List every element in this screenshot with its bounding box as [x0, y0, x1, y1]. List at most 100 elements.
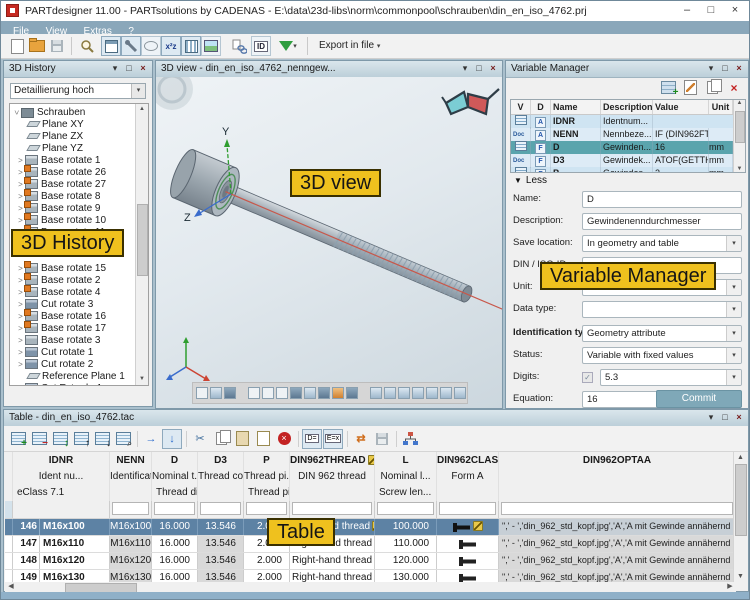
cell-d[interactable]: 16.000: [152, 536, 198, 552]
panel-close-icon[interactable]: ×: [136, 61, 150, 76]
save-location-select[interactable]: In geometry and table▾: [582, 235, 742, 252]
edit-pencil-icon[interactable]: [473, 521, 483, 531]
tree-item[interactable]: >Base rotate 4: [10, 286, 136, 298]
panel-close-icon[interactable]: ×: [486, 61, 500, 76]
cut-button[interactable]: ✂: [190, 429, 210, 449]
col-idnr[interactable]: IDNR: [13, 452, 110, 469]
col-l[interactable]: L: [375, 452, 437, 469]
commit-button[interactable]: Commit: [656, 390, 742, 408]
scroll-thumb[interactable]: [735, 111, 745, 143]
cell-d3[interactable]: 13.546: [198, 553, 244, 569]
col-d3[interactable]: D3: [198, 452, 244, 469]
new-file-button[interactable]: [7, 36, 27, 56]
tree-item[interactable]: Plane ZX: [10, 130, 136, 142]
cell-optaa[interactable]: ",' - ','din_962_std_kopf.jpg','A','A mi…: [499, 553, 736, 569]
history-tree-scrollbar[interactable]: ▲ ▼: [135, 104, 148, 385]
material-icon[interactable]: [332, 387, 344, 399]
data-type-select[interactable]: ▾: [582, 301, 742, 318]
add-row-button[interactable]: +: [8, 429, 28, 449]
refresh-table-button[interactable]: ⇄: [351, 429, 371, 449]
col-v[interactable]: V: [511, 100, 531, 114]
edit-variable-button[interactable]: [682, 80, 698, 95]
tree-chevron-icon[interactable]: >: [16, 384, 25, 387]
variable-row[interactable]: DocFD3Gewindek...ATOF(GETTH...mm: [511, 154, 745, 167]
less-expander[interactable]: ▼Less: [514, 175, 547, 186]
panel-menu-icon[interactable]: ▾: [108, 61, 122, 76]
zoom-in-icon[interactable]: [248, 387, 260, 399]
save-button[interactable]: [47, 36, 67, 56]
filter-input[interactable]: [292, 502, 372, 515]
go-to-column-button[interactable]: →: [141, 429, 161, 449]
filter-input[interactable]: [501, 502, 733, 515]
toggle-3d-view-button[interactable]: [121, 36, 141, 56]
identification-type-select[interactable]: Geometry attribute▾: [582, 325, 742, 342]
cell-l[interactable]: 100.000: [375, 519, 437, 535]
link-document-button[interactable]: [229, 36, 249, 56]
col-d[interactable]: D: [531, 100, 551, 114]
scroll-down-icon[interactable]: ▼: [136, 374, 148, 385]
zoom-fit-icon[interactable]: [262, 387, 274, 399]
value-range-toggle[interactable]: D=: [302, 429, 322, 449]
tree-chevron-icon[interactable]: >: [12, 108, 21, 117]
filter-input[interactable]: [377, 502, 434, 515]
section-view-icon[interactable]: [304, 387, 316, 399]
toggle-table-button[interactable]: [181, 36, 201, 56]
description-input[interactable]: Gewindenenndurchmesser: [582, 213, 742, 230]
cell-d3[interactable]: 13.546: [198, 536, 244, 552]
close-button[interactable]: ×: [723, 1, 747, 21]
tree-item[interactable]: >Schrauben: [10, 106, 136, 118]
variable-row[interactable]: DocANENNNennbeze...IF (DIN962FT...: [511, 128, 745, 141]
view-left-icon[interactable]: [398, 387, 410, 399]
delete-cell-button[interactable]: ×: [274, 429, 294, 449]
panel-close-icon[interactable]: ×: [732, 410, 746, 425]
shaded-edges-mode-icon[interactable]: [224, 387, 236, 399]
table-horizontal-scrollbar[interactable]: ◀▶: [5, 582, 736, 592]
filter-input[interactable]: [200, 502, 241, 515]
view-back-icon[interactable]: [384, 387, 396, 399]
filter-input[interactable]: [154, 502, 195, 515]
cell-d[interactable]: 16.000: [152, 519, 198, 535]
export-in-file-button[interactable]: Export in file ▾: [315, 37, 384, 55]
paste-button[interactable]: [232, 429, 252, 449]
shaded-mode-icon[interactable]: [210, 387, 222, 399]
tree-chevron-icon[interactable]: >: [16, 360, 25, 369]
cell-nenn[interactable]: M16x120: [110, 553, 152, 569]
minimize-button[interactable]: –: [675, 1, 699, 21]
panel-menu-icon[interactable]: ▾: [704, 410, 718, 425]
delete-variable-button[interactable]: ×: [726, 80, 742, 95]
wireframe-mode-icon[interactable]: [196, 387, 208, 399]
tree-item[interactable]: >Base rotate 3: [10, 334, 136, 346]
panel-close-icon[interactable]: ×: [732, 61, 746, 76]
cell-l[interactable]: 120.000: [375, 553, 437, 569]
scroll-thumb[interactable]: [735, 464, 747, 536]
scroll-thumb[interactable]: [137, 204, 148, 276]
filter-input[interactable]: [246, 502, 287, 515]
open-file-button[interactable]: [27, 36, 47, 56]
cell-l[interactable]: 110.000: [375, 536, 437, 552]
toggle-3d-history-button[interactable]: [101, 36, 121, 56]
view-top-icon[interactable]: [426, 387, 438, 399]
tree-chevron-icon[interactable]: >: [16, 156, 25, 165]
tree-chevron-icon[interactable]: >: [16, 348, 25, 357]
cell-d[interactable]: 16.000: [152, 553, 198, 569]
toggle-variable-manager-button[interactable]: x²z: [161, 36, 181, 56]
view-right-icon[interactable]: [412, 387, 424, 399]
search-table-button[interactable]: ⌕: [113, 429, 133, 449]
cell-optaa[interactable]: ",' - ','din_962_std_kopf.jpg','A','A mi…: [499, 536, 736, 552]
copy-button[interactable]: [211, 429, 231, 449]
cell-class[interactable]: [437, 519, 499, 535]
rotate-view-icon[interactable]: [276, 387, 288, 399]
maximize-button[interactable]: □: [699, 1, 723, 21]
cell-class[interactable]: [437, 536, 499, 552]
detail-level-dropdown[interactable]: Detaillierung hoch▾: [10, 83, 146, 99]
cell-class[interactable]: [437, 553, 499, 569]
cell-d3[interactable]: 13.546: [198, 519, 244, 535]
col-unit[interactable]: Unit: [709, 100, 733, 114]
col-name[interactable]: Name: [551, 100, 601, 114]
paste-special-button[interactable]: [253, 429, 273, 449]
background-icon[interactable]: [346, 387, 358, 399]
tree-item[interactable]: >Cut rotate 2: [10, 358, 136, 370]
filter-input[interactable]: [112, 502, 149, 515]
col-din962class[interactable]: DIN962CLASS: [437, 452, 499, 469]
render-settings-icon[interactable]: [318, 387, 330, 399]
